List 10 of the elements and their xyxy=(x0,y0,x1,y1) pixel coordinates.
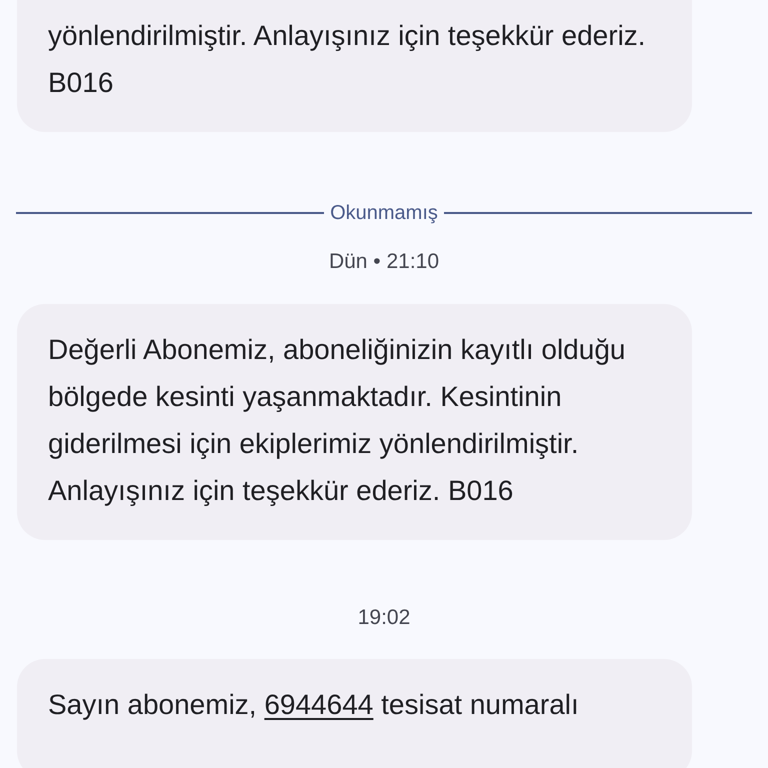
message-text: yönlendirilmiştir. Anlayışınız için teşekkür ederiz. B016 xyxy=(48,19,647,100)
message-bubble[interactable]: Değerli Abonemiz, aboneliğinizin kayıtlı olduğu bölgede kesinti yaşanmaktadır. Kesintinin giderilmesi için ekiplerimiz yönlendirilmiştir. Anlayışınız için teşekkür ederiz. B016 xyxy=(17,304,692,540)
message-bubble[interactable]: Sayın abonemiz, 6944644 tesisat numaralı xyxy=(17,659,692,768)
unread-divider-label: Okunmamış xyxy=(330,201,438,226)
message-timestamp: 19:02 xyxy=(358,604,410,630)
message-text: Sayın abonemiz, 6944644 tesisat numaralı xyxy=(48,688,580,722)
number-link[interactable]: 6944644 xyxy=(264,689,374,720)
message-text: Değerli Abonemiz, aboneliğinizin kayıtlı olduğu bölgede kesinti yaşanmaktadır. Kesintinin giderilmesi için ekiplerimiz yönlendirilmiştir. Anlayışınız için teşekkür ederiz. B016 xyxy=(48,332,626,508)
message-bubble[interactable]: yönlendirilmiştir. Anlayışınız için teşekkür ederiz. B016 xyxy=(17,0,692,132)
message-timestamp: Dün • 21:10 xyxy=(328,249,440,275)
